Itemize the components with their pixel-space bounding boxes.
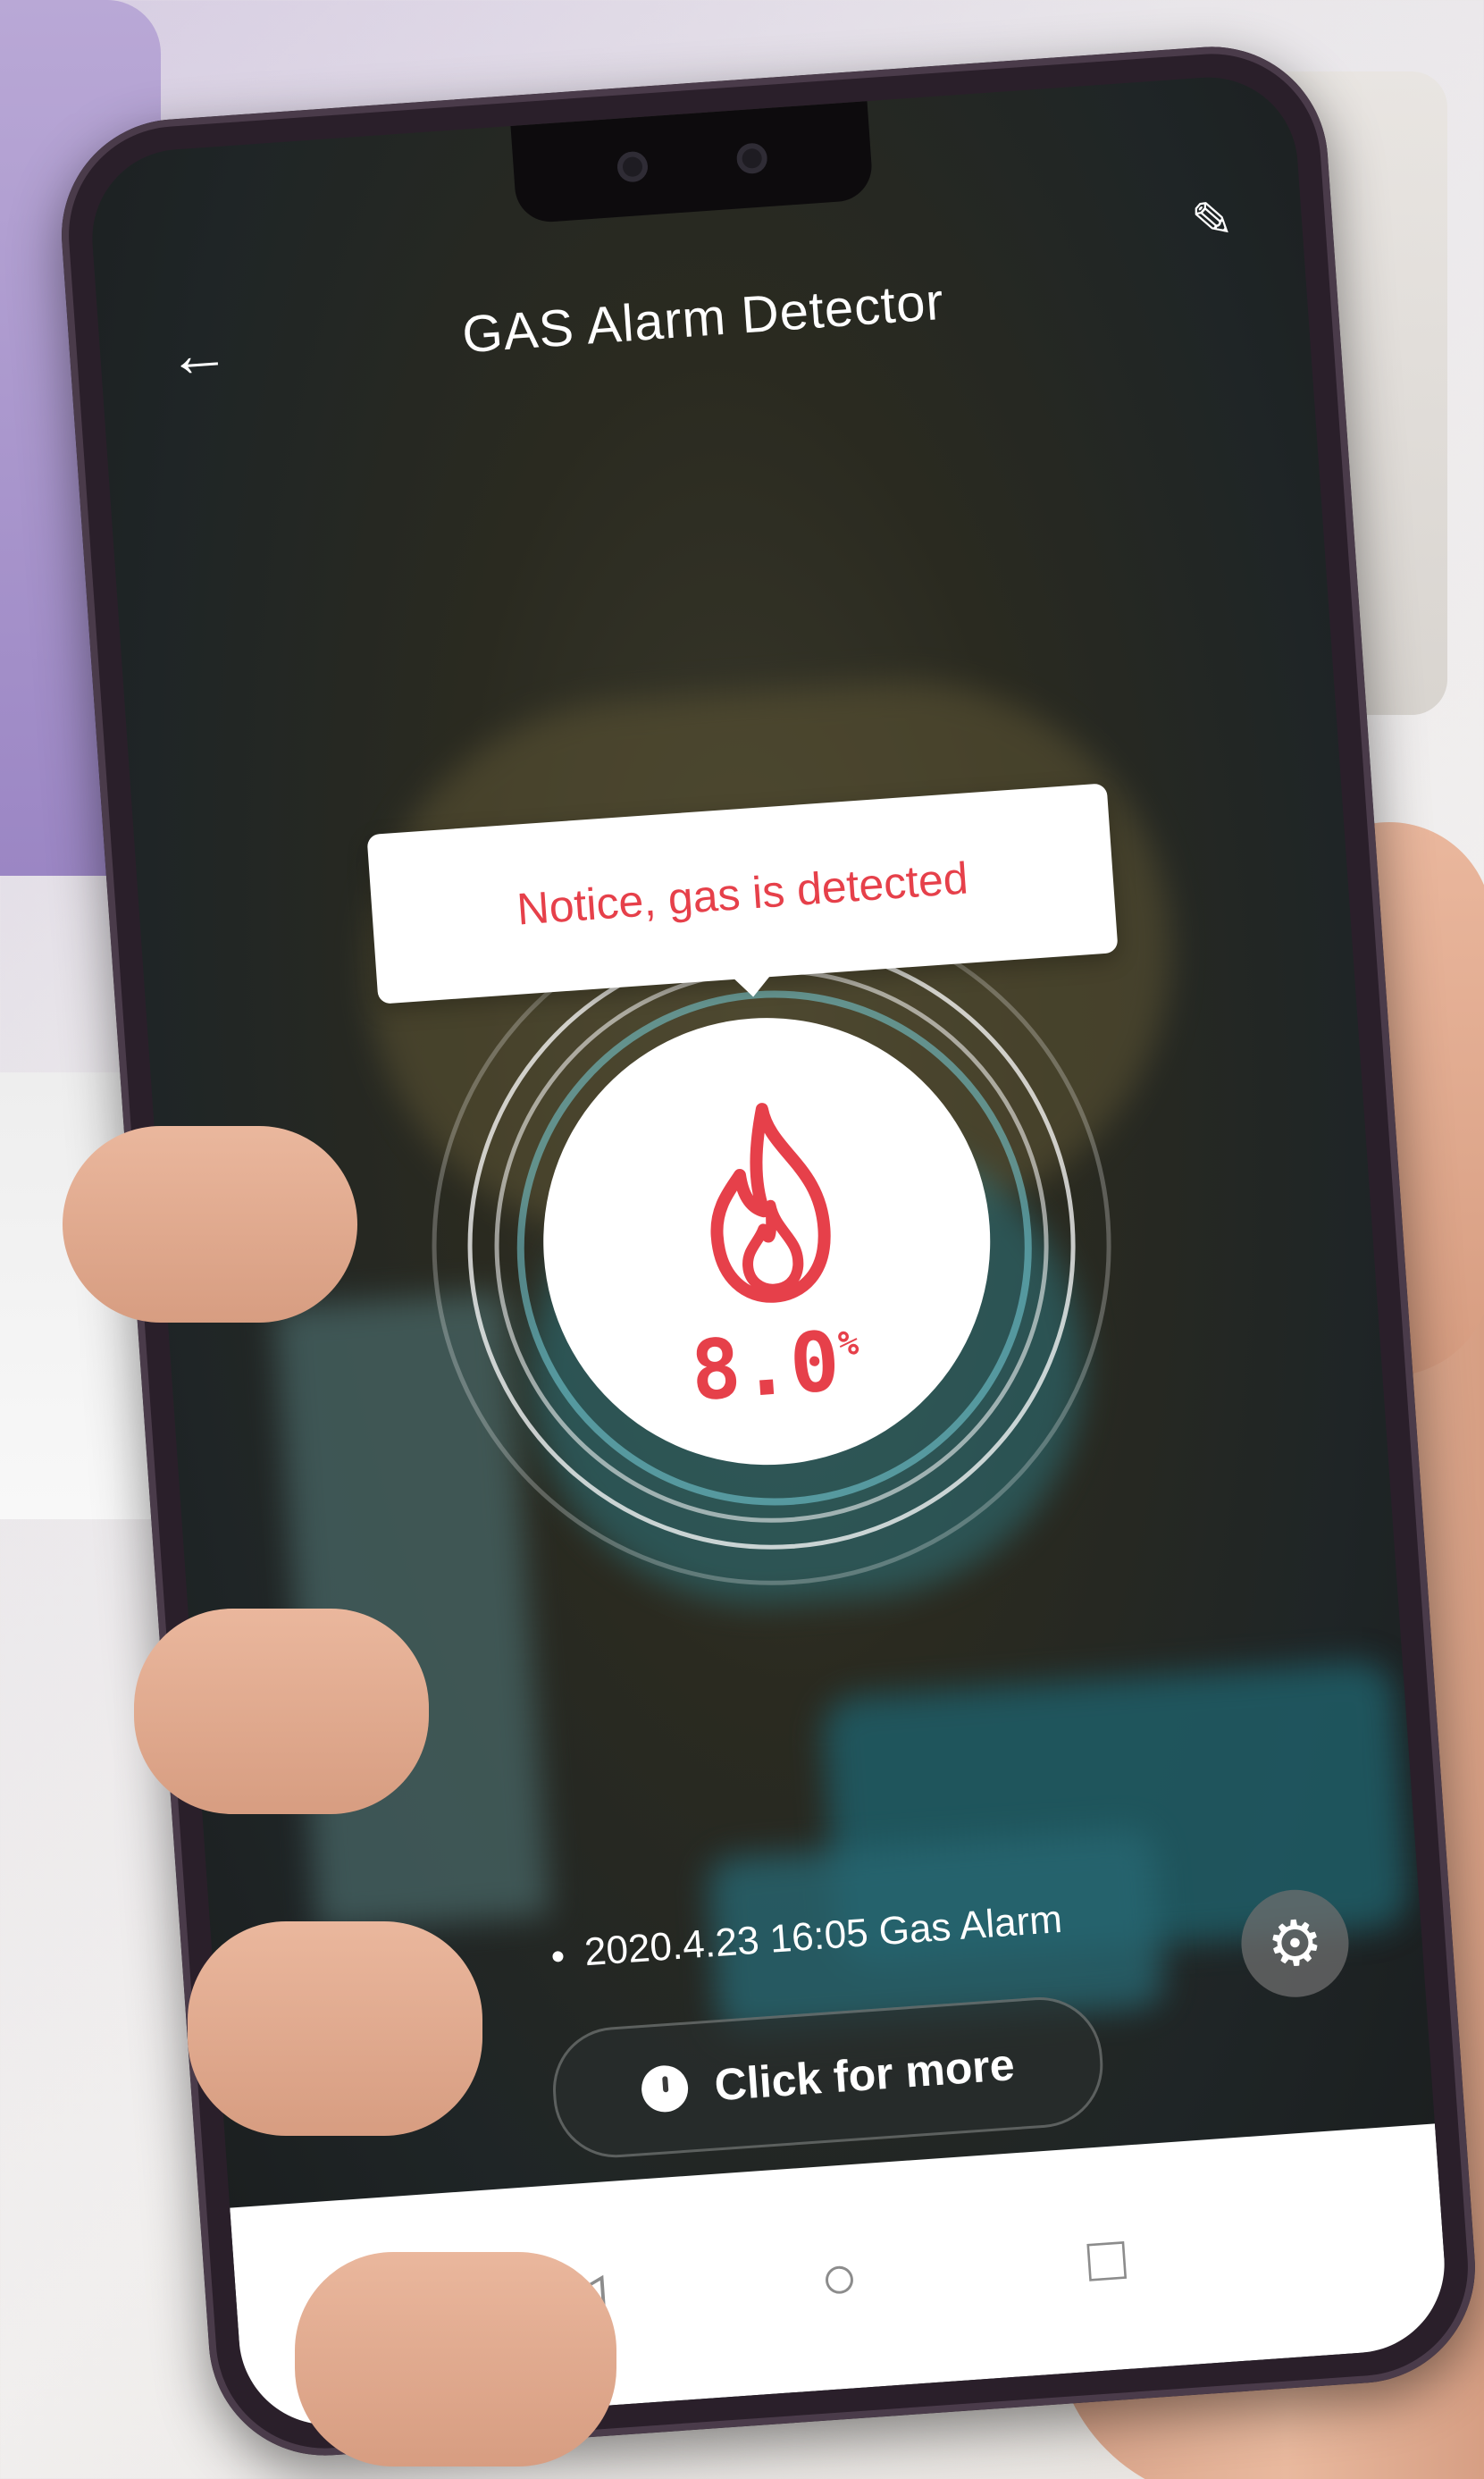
click-for-more-button[interactable]: Click for more: [549, 1993, 1108, 2162]
hand-finger: [63, 1126, 357, 1323]
gas-level-unit: %: [836, 1323, 860, 1364]
bullet-icon: [552, 1951, 564, 1963]
top-app-bar: ← GAS Alarm Detector ✎: [96, 190, 1309, 415]
clock-icon: [640, 2063, 690, 2114]
click-for-more-label: Click for more: [712, 2039, 1017, 2111]
square-recents-icon: □: [1085, 2222, 1128, 2295]
circle-home-icon: ○: [817, 2240, 861, 2314]
back-button[interactable]: ←: [161, 315, 237, 391]
arrow-left-icon: ←: [164, 316, 233, 391]
gas-level-value: 8.0%: [648, 1313, 903, 1419]
pencil-icon: ✎: [1189, 189, 1236, 250]
front-camera-icon: [616, 150, 650, 183]
front-camera-icon: [735, 142, 768, 175]
hand-finger: [134, 1609, 429, 1814]
camera-notch: [510, 101, 875, 224]
edit-button[interactable]: ✎: [1174, 182, 1250, 258]
gear-icon: ⚙: [1264, 1906, 1326, 1980]
hand-finger: [188, 1921, 482, 2136]
flame-icon: [710, 1103, 831, 1303]
nav-recents-button[interactable]: □: [1054, 2206, 1159, 2311]
page-title: GAS Alarm Detector: [460, 272, 946, 365]
nav-home-button[interactable]: ○: [787, 2225, 892, 2330]
popup-pointer: [730, 971, 776, 999]
hand-finger: [295, 2252, 616, 2466]
gas-level-number: 8.0: [687, 1313, 843, 1420]
